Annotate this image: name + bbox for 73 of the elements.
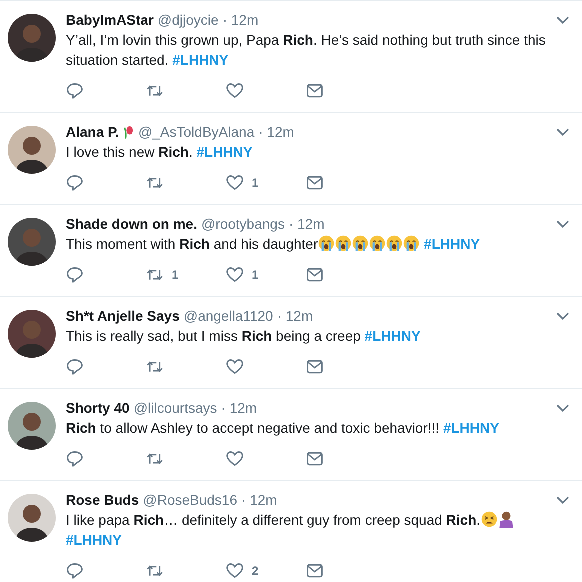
hashtag-link[interactable]: #LHHNY <box>172 52 229 68</box>
heart-icon <box>226 450 244 468</box>
like-button[interactable]: 2 <box>226 562 306 580</box>
speech-bubble-icon <box>66 174 84 192</box>
rose-icon <box>123 124 134 140</box>
heart-icon <box>226 358 244 376</box>
tweet-time[interactable]: · 12m <box>221 398 258 418</box>
user-handle[interactable]: @RoseBuds16 <box>143 490 238 510</box>
user-handle[interactable]: @_AsToldByAlana <box>138 122 255 142</box>
like-button[interactable]: 1 <box>226 266 306 284</box>
crying-face-icon <box>369 235 386 252</box>
heart-icon <box>226 174 244 192</box>
user-name[interactable]: Shorty 40 <box>66 398 130 418</box>
envelope-icon <box>306 562 324 580</box>
tweet-text: Y’all, I’m lovin this grown up, Papa Rich. He’s said nothing but truth since this situation started. #LHHNY <box>66 31 547 70</box>
envelope-icon <box>306 82 324 100</box>
user-handle[interactable]: @angella1120 <box>184 306 274 326</box>
caret-icon[interactable] <box>556 496 570 504</box>
user-name[interactable]: Rose Buds <box>66 490 140 510</box>
tweet-text: I love this new Rich. #LHHNY <box>66 143 254 162</box>
envelope-icon <box>306 174 324 192</box>
caret-icon[interactable] <box>556 404 570 412</box>
avatar[interactable] <box>8 14 56 62</box>
envelope-icon <box>306 358 324 376</box>
tweet-time[interactable]: · 12m <box>242 490 278 510</box>
hashtag-link[interactable]: #LHHNY <box>196 144 253 160</box>
avatar[interactable] <box>8 310 56 358</box>
user-handle[interactable]: @djjoycie <box>158 10 219 30</box>
crying-face-icon <box>318 235 336 252</box>
hashtag-link[interactable]: #LHHNY <box>66 532 122 548</box>
tweet-text: Rich to allow Ashley to accept negative and toxic behavior!!! #LHHNY <box>66 419 500 438</box>
envelope-icon <box>306 450 324 468</box>
user-handle[interactable]: @rootybangs <box>201 214 285 234</box>
crying-face-icon <box>386 235 404 252</box>
hashtag-link[interactable]: #LHHNY <box>364 328 421 344</box>
tweet-text: This is really sad, but I miss Rich being a creep #LHHNY <box>66 327 422 346</box>
avatar[interactable] <box>8 494 56 542</box>
weary-face-icon <box>480 511 498 528</box>
crying-face-icon <box>403 235 420 252</box>
heart-icon <box>226 82 244 100</box>
user-name[interactable]: Sh*t Anjelle Says <box>66 306 180 326</box>
speech-bubble-icon <box>66 450 84 468</box>
tweet-time[interactable]: · 12m <box>288 214 325 234</box>
crying-face-icon <box>352 235 370 252</box>
tweet-text: This moment with Rich and his daughter #LHHNY <box>66 234 482 254</box>
user-name[interactable]: Shade down on me. <box>66 214 198 234</box>
speech-bubble-icon <box>66 82 84 100</box>
avatar[interactable] <box>8 218 56 266</box>
hashtag-link[interactable]: #LHHNY <box>443 420 500 436</box>
tweet-text: I like papa Rich… definitely a different guy from creep squad Rich. #LHHNY <box>66 510 550 550</box>
like-button[interactable]: 1 <box>226 174 306 192</box>
avatar[interactable] <box>8 402 56 450</box>
avatar[interactable] <box>8 126 56 174</box>
speech-bubble-icon <box>66 358 84 376</box>
shrugging-person-icon <box>498 511 515 528</box>
crying-face-icon <box>335 235 352 252</box>
caret-icon[interactable] <box>556 16 570 24</box>
tweet-time[interactable]: · 12m <box>258 122 294 142</box>
heart-icon <box>226 562 244 580</box>
user-name[interactable]: BabyImAStar <box>66 10 154 30</box>
user-name[interactable]: Alana P. <box>66 122 120 142</box>
heart-icon <box>226 266 244 284</box>
speech-bubble-icon <box>66 266 84 284</box>
caret-icon[interactable] <box>556 128 570 136</box>
speech-bubble-icon <box>66 562 84 580</box>
tweet-time[interactable]: · 12m <box>277 306 314 326</box>
user-handle[interactable]: @lilcourtsays <box>134 398 218 418</box>
retweet-button[interactable]: 1 <box>146 266 226 284</box>
envelope-icon <box>306 266 324 284</box>
hashtag-link[interactable]: #LHHNY <box>424 236 480 252</box>
caret-icon[interactable] <box>556 312 570 320</box>
caret-icon[interactable] <box>556 220 570 228</box>
tweet-time[interactable]: · 12m <box>222 10 259 30</box>
